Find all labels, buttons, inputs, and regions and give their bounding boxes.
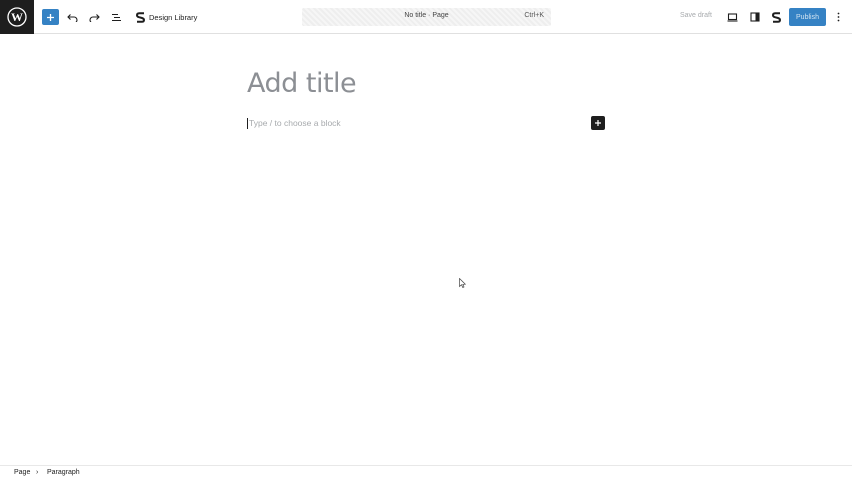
breadcrumb-separator: › (36, 469, 39, 476)
redo-button[interactable] (86, 9, 103, 25)
paragraph-block[interactable]: Type / to choose a block (247, 117, 341, 129)
breadcrumb-item-page[interactable]: Page (14, 469, 30, 476)
save-draft-button[interactable]: Save draft (680, 12, 712, 19)
wordpress-icon: W (7, 7, 27, 27)
add-block-button[interactable] (42, 9, 59, 25)
plus-icon (47, 13, 54, 21)
settings-sidebar-button[interactable] (746, 9, 763, 25)
svg-text:W: W (11, 10, 23, 24)
preview-button[interactable] (724, 9, 741, 25)
paragraph-placeholder: Type / to choose a block (249, 118, 341, 128)
command-shortcut: Ctrl+K (524, 12, 544, 19)
document-title: No title · Page (404, 12, 449, 19)
undo-button[interactable] (64, 9, 81, 25)
block-breadcrumb: Page › Paragraph (0, 465, 852, 480)
publish-button[interactable]: Publish (789, 8, 826, 26)
command-palette-button[interactable]: No title · Page Ctrl+K (302, 8, 551, 26)
editor-toolbar: W Design Library No title · Page Ctrl+K (0, 0, 852, 34)
wordpress-logo-button[interactable]: W (0, 0, 34, 34)
desktop-preview-icon (727, 12, 738, 22)
spectra-button[interactable] (768, 9, 785, 25)
list-view-icon (112, 13, 121, 21)
breadcrumb-item-paragraph[interactable]: Paragraph (47, 469, 80, 476)
design-library-label: Design Library (149, 12, 198, 22)
spectra-logo-icon (136, 11, 145, 23)
mouse-pointer-icon (459, 278, 466, 288)
spectra-icon (772, 11, 781, 23)
block-inserter-button[interactable] (591, 116, 605, 130)
post-title-input[interactable]: Add title (247, 68, 357, 99)
more-vertical-icon (837, 12, 839, 22)
redo-icon (89, 13, 100, 22)
sidebar-icon (749, 12, 760, 22)
design-library-button[interactable]: Design Library (136, 9, 197, 25)
text-caret (247, 117, 248, 129)
options-menu-button[interactable] (831, 9, 845, 25)
undo-icon (67, 13, 78, 22)
plus-icon (595, 120, 601, 126)
document-overview-button[interactable] (108, 9, 125, 25)
